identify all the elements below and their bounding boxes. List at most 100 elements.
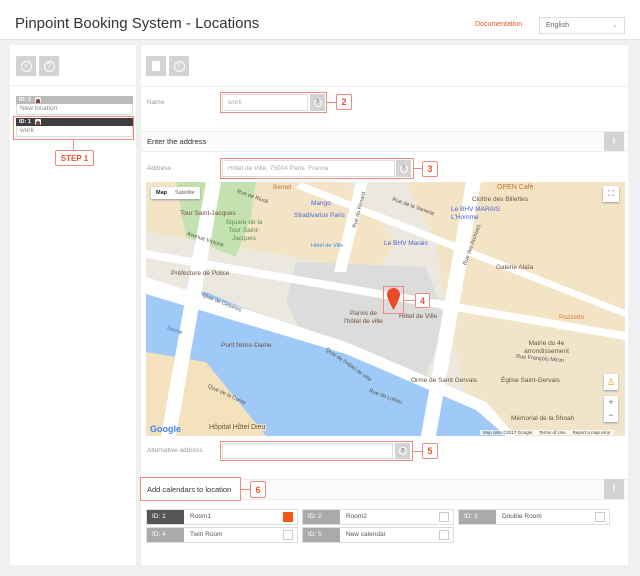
zoom-in-button[interactable]: + (604, 396, 618, 409)
question-circle-icon: ? (399, 164, 408, 173)
map-label: Benoit (273, 184, 292, 191)
divider (141, 86, 628, 87)
map-label: Tour Saint-Jacques (180, 210, 236, 217)
callout-line (414, 168, 422, 169)
name-label: Name (147, 99, 165, 106)
divider (10, 85, 136, 86)
location-item-selected[interactable]: ID: 1 work (16, 118, 133, 137)
map-label: Hôtel de Ville (399, 313, 438, 320)
question-circle-icon: ? (313, 98, 322, 107)
location-id: ID: 1 (19, 119, 31, 125)
address-label: Address (147, 165, 171, 172)
map-label: Le BHV Marais (384, 240, 428, 247)
location-name: New location (16, 104, 133, 115)
delete-button[interactable] (146, 56, 166, 76)
alt-address-help-button[interactable]: ? (395, 443, 410, 459)
map-type-control[interactable]: Map Satellite (151, 187, 200, 199)
calendar-id: ID: 4 (147, 528, 184, 542)
calendar-checkbox-checked[interactable] (283, 512, 293, 522)
map-label: Pozzetto (559, 314, 585, 321)
callout-5: 5 (422, 443, 438, 459)
plus-circle-icon: + (20, 60, 32, 72)
calendar-name: Room1 (190, 513, 211, 520)
map-label: Pont Notre-Dame (221, 342, 272, 349)
pegman-icon[interactable]: ♙ (604, 374, 618, 390)
calendar-id: ID: 1 (147, 510, 184, 524)
map-label: Stradivarius Paris (294, 212, 345, 219)
calendars-section-title: Add calendars to location (140, 477, 241, 501)
documentation-link[interactable]: Documentation (475, 21, 522, 28)
report-error-link[interactable]: Report a map error (573, 430, 611, 435)
address-help-button[interactable]: ? (396, 160, 411, 177)
alt-address-label: Alternative address (147, 447, 203, 454)
address-section-title: Enter the address (147, 137, 207, 146)
callout-line (327, 102, 336, 103)
alt-address-input[interactable] (222, 443, 393, 459)
calendar-checkbox[interactable] (595, 512, 605, 522)
callout-4: 4 (415, 293, 430, 308)
map-label: Galerie Alaïa (496, 264, 534, 271)
callout-line (413, 451, 422, 452)
fullscreen-icon[interactable]: ⛶ (603, 186, 619, 202)
language-value: English (546, 22, 569, 29)
calendar-id: ID: 5 (303, 528, 340, 542)
step1-callout: STEP 1 (55, 150, 94, 166)
map-label: OPEN Café (496, 184, 535, 191)
terms-link[interactable]: Terms of Use (539, 430, 566, 435)
collapse-calendars-button[interactable]: ⭱ (604, 479, 624, 499)
callout-2: 2 (336, 94, 352, 110)
map-label: Église Saint-Gervais (501, 377, 560, 384)
calendar-id: ID: 3 (459, 510, 496, 524)
map-data-text: Map data ©2017 Google (483, 430, 533, 435)
map-type-map[interactable]: Map (156, 190, 167, 196)
address-section-header: Enter the address (141, 131, 628, 152)
map-label: Hôtel de Ville (311, 243, 344, 249)
map-attribution: Map data ©2017 Google Terms of Use Repor… (480, 430, 614, 435)
location-item[interactable]: ID: 2 New location (16, 96, 133, 115)
zoom-out-button[interactable]: − (604, 409, 618, 422)
name-help-button[interactable]: ? (310, 94, 325, 111)
map-label: Mango (311, 200, 331, 207)
map-label: Orme de Saint Gervais (411, 377, 478, 384)
callout-line (404, 300, 415, 301)
map-label: Le BHV MARAIS L'Homme (451, 206, 501, 221)
callout-6: 6 (250, 481, 266, 498)
map-type-satellite[interactable]: Satellite (175, 190, 195, 196)
calendar-name: Room2 (346, 513, 367, 520)
calendar-item[interactable]: ID: 2 Room2 (302, 509, 454, 525)
google-logo: Google (150, 424, 181, 434)
callout-line (73, 140, 74, 150)
calendar-item[interactable]: ID: 1 Room1 (146, 509, 298, 525)
calendar-item[interactable]: ID: 4 Twin Room (146, 527, 298, 543)
calendar-checkbox[interactable] (283, 530, 293, 540)
main-help-button[interactable]: ? (169, 56, 189, 76)
trash-icon (152, 61, 160, 71)
upload-icon: ⭱ (612, 135, 616, 146)
question-circle-icon: ? (173, 60, 185, 72)
map[interactable]: Map Satellite Benoit Tour Saint-Jacques … (146, 182, 625, 436)
avatar (34, 119, 41, 125)
question-circle-icon: ? (398, 447, 407, 455)
calendar-checkbox[interactable] (439, 512, 449, 522)
add-location-button[interactable]: + (16, 56, 36, 76)
map-label: Square de la Tour Saint-Jacques (225, 219, 263, 242)
zoom-control: + − (604, 396, 618, 422)
language-select[interactable]: English ⌄ (539, 17, 625, 34)
address-input[interactable]: Hôtel de Ville, 75004 Paris, France (222, 160, 395, 177)
name-input[interactable]: work (222, 94, 308, 111)
calendar-name: Twin Room (190, 531, 223, 538)
page-title: Pinpoint Booking System - Locations (15, 15, 260, 32)
calendar-checkbox[interactable] (439, 530, 449, 540)
map-label: Cloître des Billettes (472, 196, 528, 203)
sidebar-help-button[interactable]: ? (39, 56, 59, 76)
location-name: work (16, 126, 133, 137)
calendar-item[interactable]: ID: 5 New calendar (302, 527, 454, 543)
avatar (34, 97, 41, 103)
map-marker-icon[interactable] (387, 288, 400, 310)
callout-3: 3 (422, 161, 438, 177)
calendar-item[interactable]: ID: 3 Double Room (458, 509, 610, 525)
callout-line (241, 489, 250, 490)
chevron-down-icon: ⌄ (612, 22, 618, 29)
map-label: Hôpital Hôtel Dieu (208, 424, 267, 431)
collapse-address-button[interactable]: ⭱ (604, 132, 624, 151)
